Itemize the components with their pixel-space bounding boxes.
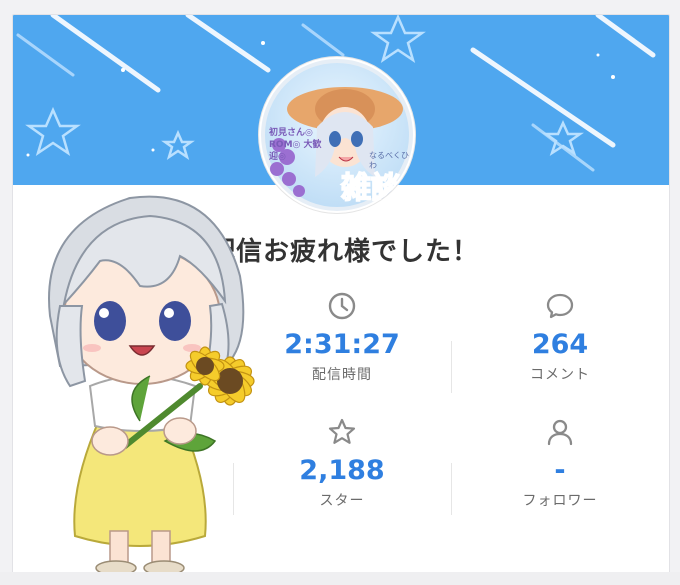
clock-icon xyxy=(328,292,356,320)
stat-followers-value: - xyxy=(554,455,566,486)
avatar-caption-top: 初見さん◎ ROM◎ 大歓迎◎ xyxy=(269,128,322,162)
comment-bubble-icon xyxy=(546,293,574,319)
person-icon xyxy=(547,419,573,446)
chibi-character-sticker xyxy=(48,195,255,576)
stat-comments-label: コメント xyxy=(530,367,590,383)
stat-divider xyxy=(451,341,452,393)
bottom-edge xyxy=(0,572,680,585)
star-icon xyxy=(328,418,356,444)
avatar-caption-main: 雑談 xyxy=(340,170,402,207)
stat-comments: 264 コメント xyxy=(475,291,645,384)
stat-comments-value: 264 xyxy=(531,329,589,360)
stat-followers: - フォロワー xyxy=(475,417,645,510)
stat-divider xyxy=(451,463,452,515)
stat-followers-label: フォロワー xyxy=(522,493,598,509)
